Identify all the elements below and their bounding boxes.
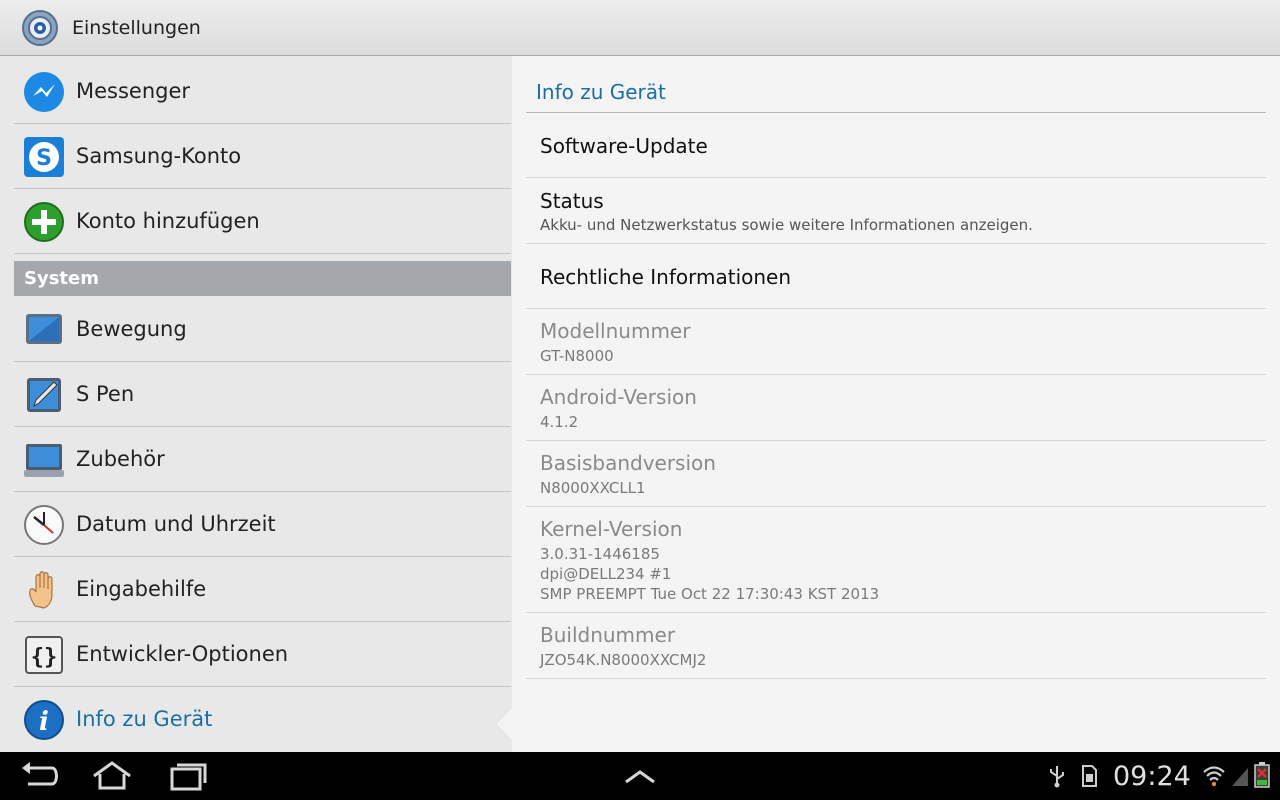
svg-text:{}: {} (31, 645, 58, 670)
sidebar-item-label: Datum und Uhrzeit (76, 512, 276, 536)
item-title: Kernel-Version (540, 517, 683, 541)
item-value: N8000XXCLL1 (540, 479, 646, 497)
sidebar-item-motion[interactable]: Bewegung (14, 298, 511, 362)
baseband-version-item: Basisbandversion N8000XXCLL1 (526, 441, 1266, 507)
usb-icon (1050, 766, 1064, 788)
model-number-item: Modellnummer GT-N8000 (526, 309, 1266, 375)
add-account-icon (24, 202, 64, 242)
item-value: SMP PREEMPT Tue Oct 22 17:30:43 KST 2013 (540, 585, 880, 603)
sidebar-item-device-info[interactable]: i Info zu Gerät (14, 688, 511, 752)
accessory-icon (24, 444, 64, 477)
wifi-icon (1203, 766, 1225, 787)
signal-icon (1232, 768, 1248, 786)
software-update-item[interactable]: Software-Update (526, 113, 1266, 178)
item-title: Status (540, 189, 604, 213)
item-value: 4.1.2 (540, 413, 579, 431)
sidebar-item-messenger[interactable]: Messenger (14, 60, 511, 124)
home-icon[interactable] (90, 760, 134, 792)
device-info-panel: Info zu Gerät Software-Update Status Akk… (512, 56, 1280, 752)
item-value: dpi@DELL234 #1 (540, 565, 672, 583)
chevron-up-icon[interactable] (618, 760, 662, 792)
sidebar-item-accessory[interactable]: Zubehör (14, 428, 511, 492)
hand-icon (29, 571, 53, 609)
info-icon: i (24, 700, 64, 740)
motion-icon (26, 314, 62, 344)
settings-gear-icon[interactable] (20, 8, 60, 48)
status-item[interactable]: Status Akku- und Netzwerkstatus sowie we… (526, 178, 1266, 244)
back-icon[interactable] (18, 760, 62, 792)
sidebar-item-accessibility[interactable]: Eingabehilfe (14, 558, 511, 622)
item-title: Software-Update (540, 134, 708, 158)
item-title: Modellnummer (540, 319, 691, 343)
settings-category-list: Messenger S Samsung-Konto Konto hinzufüg… (0, 56, 513, 752)
item-value: JZO54K.N8000XXCMJ2 (540, 651, 707, 669)
sd-card-icon (1082, 765, 1097, 787)
svg-text:i: i (39, 707, 49, 737)
sidebar-item-label: Info zu Gerät (76, 707, 213, 731)
build-number-item: Buildnummer JZO54K.N8000XXCMJ2 (526, 613, 1266, 679)
sidebar-item-samsung-account[interactable]: S Samsung-Konto (14, 125, 511, 189)
messenger-icon (24, 72, 64, 112)
samsung-account-icon: S (24, 137, 64, 177)
sidebar-item-date-time[interactable]: Datum und Uhrzeit (14, 493, 511, 557)
item-summary: Akku- und Netzwerkstatus sowie weitere I… (540, 216, 1033, 234)
item-title: Basisbandversion (540, 451, 716, 475)
title-bar: Einstellungen (0, 0, 1280, 56)
sidebar-item-label: Samsung-Konto (76, 144, 242, 168)
system-navigation-bar: 09:24 (0, 752, 1280, 800)
sidebar-item-label: Bewegung (76, 317, 187, 341)
item-value: 3.0.31-1446185 (540, 545, 660, 563)
item-title: Rechtliche Informationen (540, 265, 792, 289)
kernel-version-item: Kernel-Version 3.0.31-1446185 dpi@DELL23… (526, 507, 1266, 613)
sidebar-item-label: Eingabehilfe (76, 577, 207, 601)
item-value: GT-N8000 (540, 347, 614, 365)
sidebar-item-label: Entwickler-Optionen (76, 642, 289, 666)
sidebar-item-label: S Pen (76, 382, 135, 406)
section-header-system: System (14, 261, 511, 296)
item-title: Buildnummer (540, 623, 676, 647)
s-pen-icon (27, 378, 61, 412)
app-title: Einstellungen (72, 17, 201, 39)
legal-info-item[interactable]: Rechtliche Informationen (526, 244, 1266, 309)
recent-apps-icon[interactable] (166, 760, 210, 792)
battery-icon (1254, 762, 1270, 788)
item-title: Android-Version (540, 385, 697, 409)
sidebar-item-label: Messenger (76, 79, 191, 103)
status-clock: 09:24 (1113, 761, 1191, 792)
panel-title: Info zu Gerät (536, 80, 666, 104)
selection-pointer (497, 707, 513, 741)
sidebar-item-s-pen[interactable]: S Pen (14, 363, 511, 427)
sidebar-item-add-account[interactable]: Konto hinzufügen (14, 190, 511, 254)
clock-icon (24, 505, 64, 545)
sidebar-item-label: Zubehör (76, 447, 165, 471)
braces-icon: {} (25, 636, 63, 674)
android-version-item: Android-Version 4.1.2 (526, 375, 1266, 441)
sidebar-item-developer-options[interactable]: {} Entwickler-Optionen (14, 623, 511, 687)
svg-text:S: S (36, 146, 52, 171)
sidebar-item-label: Konto hinzufügen (76, 209, 260, 233)
